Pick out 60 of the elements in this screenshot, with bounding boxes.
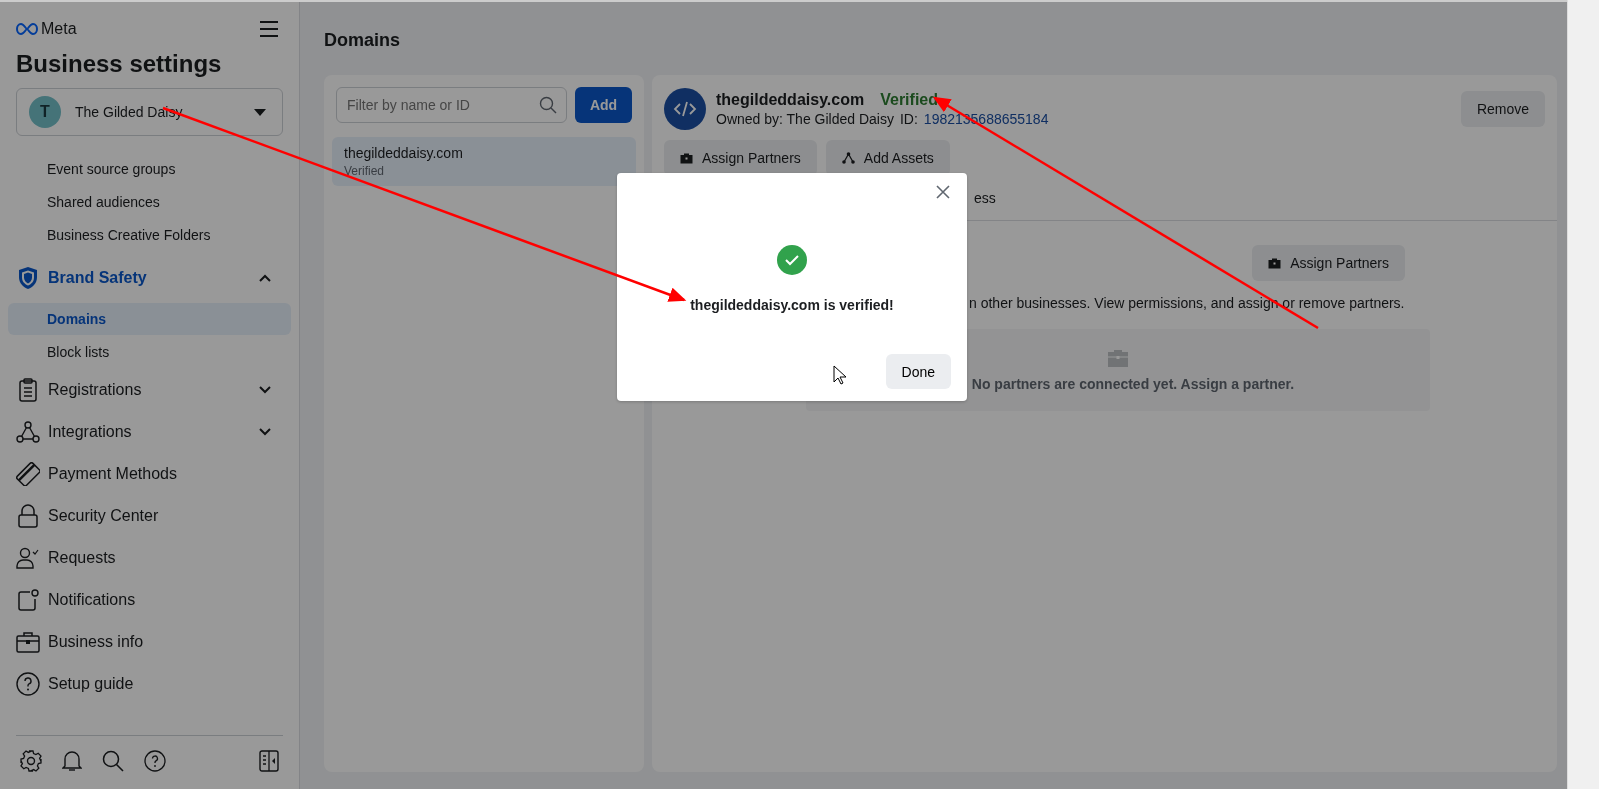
chevron-up-icon (259, 274, 271, 282)
infinity-logo-icon (16, 23, 38, 35)
sidebar-subitem[interactable]: Business Creative Folders (8, 219, 291, 251)
brand-name: Meta (41, 20, 77, 38)
person-check-icon (16, 547, 40, 569)
help-icon (16, 672, 40, 696)
network-nodes-icon (16, 421, 40, 443)
sidebar-item[interactable]: Business info (16, 621, 283, 663)
sidebar-item[interactable]: Notifications (16, 579, 283, 621)
network-nodes-icon (841, 152, 855, 164)
search-icon (539, 96, 557, 114)
domain-title: thegildeddaisy.com (716, 91, 865, 109)
notification-square-icon (16, 589, 40, 611)
sidebar-subitem[interactable]: Event source groups (8, 153, 291, 185)
collapse-sidebar-icon[interactable] (259, 750, 279, 772)
search-field[interactable]: Filter by name or ID (336, 87, 567, 123)
add-button[interactable]: Add (575, 87, 632, 123)
chevron-down-icon (259, 428, 271, 436)
sidebar-subitem[interactable]: Domains (8, 303, 291, 335)
assign-partners-button[interactable]: Assign Partners (1252, 245, 1405, 281)
sidebar-item[interactable]: Payment Methods (16, 453, 283, 495)
tab[interactable]: ess (974, 190, 996, 206)
code-icon (664, 88, 706, 130)
domain-list-item[interactable]: thegildeddaisy.com Verified (332, 137, 636, 186)
avatar: T (29, 96, 61, 128)
menu-icon[interactable] (259, 21, 279, 37)
add-assets-button[interactable]: Add Assets (825, 140, 950, 176)
close-icon[interactable] (936, 185, 950, 199)
sidebar-title: Business settings (16, 50, 223, 78)
sidebar-item[interactable]: Requests (16, 537, 283, 579)
caret-icon (254, 108, 266, 116)
sidebar-subitem[interactable]: Block lists (8, 336, 291, 368)
chevron-down-icon (259, 386, 271, 394)
sidebar-item[interactable]: Brand Safety (16, 256, 283, 300)
assign-partners-button[interactable]: Assign Partners (664, 140, 817, 176)
domain-name: thegildeddaisy.com (344, 145, 464, 161)
notifications-bell-icon[interactable] (62, 750, 82, 772)
sidebar-item[interactable]: Security Center (16, 495, 283, 537)
sidebar-item[interactable]: Registrations (16, 369, 283, 411)
shield-icon (16, 266, 40, 290)
clipboard-icon (16, 378, 40, 402)
dialog-message: thegildeddaisy.com is verified! (690, 297, 894, 313)
help-icon[interactable] (144, 750, 166, 772)
check-circle-icon (777, 245, 807, 275)
sidebar-item[interactable]: Integrations (16, 411, 283, 453)
settings-icon[interactable] (20, 750, 42, 772)
search-icon[interactable] (102, 750, 124, 772)
lock-icon (16, 504, 40, 528)
credit-card-icon (16, 462, 40, 486)
remove-button[interactable]: Remove (1460, 91, 1545, 127)
verified-status: Verified (880, 91, 938, 109)
mouse-pointer-icon (833, 365, 847, 385)
owner-text: Owned by: The Gilded Daisy (716, 111, 894, 127)
page-title: Domains (324, 30, 402, 51)
empty-state-text: No partners are connected yet. Assign a partner. (970, 375, 1295, 392)
id-label: ID: (899, 111, 918, 127)
sidebar-subitem[interactable]: Shared audiences (8, 186, 291, 218)
done-button[interactable]: Done (885, 354, 951, 389)
sidebar-item[interactable]: Setup guide (16, 663, 283, 705)
domain-status: Verified (344, 164, 386, 178)
